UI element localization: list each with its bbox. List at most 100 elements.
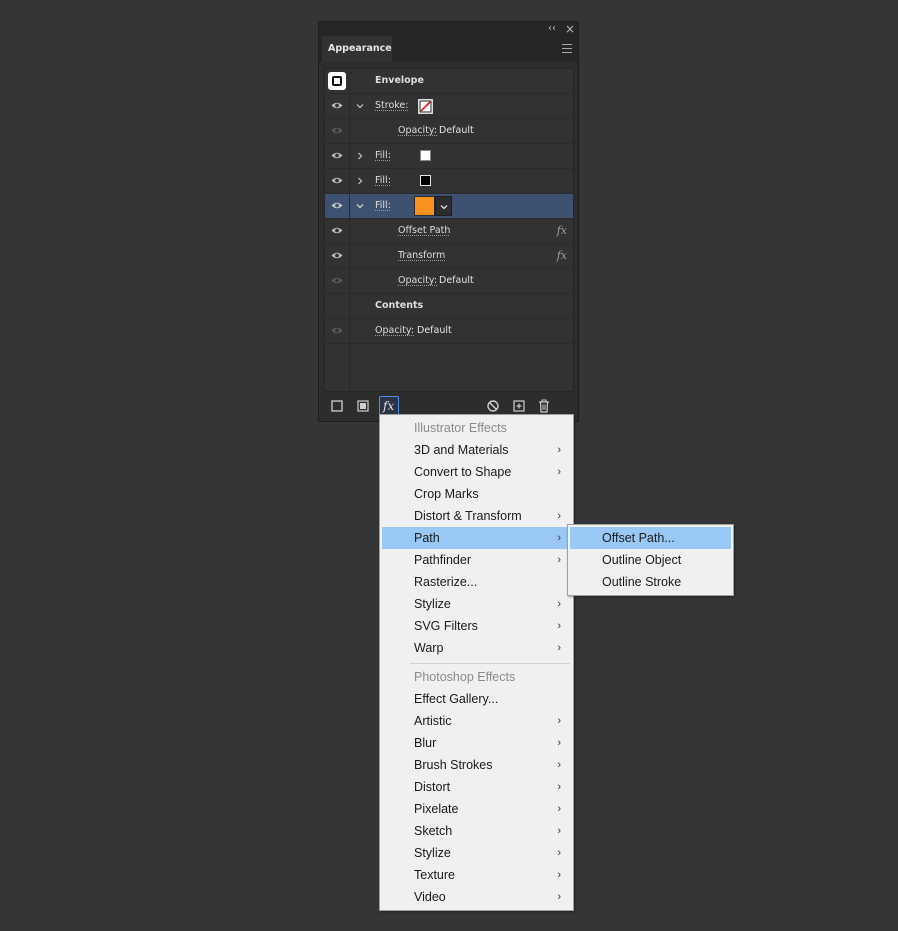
appearance-list: Envelope Stroke: Opacity: Default Fill: … xyxy=(324,68,574,392)
chevron-down-icon[interactable] xyxy=(355,201,365,211)
tab-appearance[interactable]: Appearance xyxy=(322,36,392,62)
visibility-cell[interactable] xyxy=(325,269,350,293)
menu-item-brush-strokes[interactable]: Brush Strokes › xyxy=(382,754,571,776)
menu-item-effect-gallery[interactable]: Effect Gallery... xyxy=(382,688,571,710)
row-fill-orange-selected[interactable]: Fill: xyxy=(325,194,573,219)
visibility-cell[interactable] xyxy=(325,119,350,143)
menu-separator xyxy=(410,663,570,664)
opacity-label[interactable]: Opacity: xyxy=(398,269,437,293)
row-fill-white[interactable]: Fill: xyxy=(325,144,573,169)
effect-transform-label[interactable]: Transform xyxy=(398,244,445,268)
stroke-label[interactable]: Stroke: xyxy=(375,94,408,118)
fx-icon[interactable]: fx xyxy=(557,219,567,243)
row-effect-offset-path[interactable]: Offset Path fx xyxy=(325,219,573,244)
submenu-arrow-icon: › xyxy=(557,737,561,749)
stroke-none-swatch[interactable] xyxy=(418,99,433,114)
visibility-cell[interactable] xyxy=(325,244,350,268)
row-contents[interactable]: Contents xyxy=(325,294,573,319)
opacity-value: Default xyxy=(439,125,474,136)
add-new-effect-button[interactable]: fx xyxy=(379,396,399,416)
row-stroke[interactable]: Stroke: xyxy=(325,94,573,119)
submenu-arrow-icon: › xyxy=(557,620,561,632)
visibility-cell[interactable] xyxy=(325,219,350,243)
submenu-arrow-icon: › xyxy=(557,444,561,456)
eye-icon[interactable] xyxy=(331,101,343,110)
menu-item-artistic[interactable]: Artistic › xyxy=(382,710,571,732)
row-fill-opacity[interactable]: Opacity: Default xyxy=(325,269,573,294)
menu-item-distort-and-transform[interactable]: Distort & Transform › xyxy=(382,505,571,527)
chevron-down-icon[interactable] xyxy=(355,101,365,111)
eye-icon[interactable] xyxy=(331,176,343,185)
visibility-cell[interactable] xyxy=(325,169,350,193)
duplicate-item-icon[interactable] xyxy=(511,398,527,414)
fill-label[interactable]: Fill: xyxy=(375,194,391,218)
menu-item-convert-to-shape[interactable]: Convert to Shape › xyxy=(382,461,571,483)
add-new-fill-icon[interactable] xyxy=(355,398,371,414)
menu-item-blur[interactable]: Blur › xyxy=(382,732,571,754)
menu-item-3d-and-materials[interactable]: 3D and Materials › xyxy=(382,439,571,461)
collapse-icon[interactable]: ‹‹ xyxy=(545,22,559,36)
fill-swatch-orange[interactable] xyxy=(414,196,435,216)
envelope-thumbnail-icon xyxy=(328,72,346,90)
menu-item-video[interactable]: Video › xyxy=(382,886,571,908)
opacity-label[interactable]: Opacity: xyxy=(375,319,414,343)
submenu-arrow-icon: › xyxy=(557,554,561,566)
eye-icon[interactable] xyxy=(331,226,343,235)
submenu-arrow-icon: › xyxy=(557,869,561,881)
fill-swatch-black[interactable] xyxy=(420,175,431,186)
row-effect-transform[interactable]: Transform fx xyxy=(325,244,573,269)
visibility-cell[interactable] xyxy=(325,94,350,118)
eye-icon[interactable] xyxy=(331,251,343,260)
menu-item-sketch[interactable]: Sketch › xyxy=(382,820,571,842)
trash-icon[interactable] xyxy=(536,398,552,414)
visibility-cell[interactable] xyxy=(325,194,350,218)
thumbnail-cell xyxy=(325,69,350,93)
eye-icon-dimmed[interactable] xyxy=(331,326,343,335)
row-stroke-opacity[interactable]: Opacity: Default xyxy=(325,119,573,144)
swatch-dropdown-button[interactable] xyxy=(435,196,452,216)
fill-swatch-white[interactable] xyxy=(420,150,431,161)
menu-item-rasterize[interactable]: Rasterize... xyxy=(382,571,571,593)
eye-icon-dimmed[interactable] xyxy=(331,276,343,285)
row-envelope[interactable]: Envelope xyxy=(325,69,573,94)
row-object-opacity[interactable]: Opacity: Default xyxy=(325,319,573,344)
eye-icon[interactable] xyxy=(331,151,343,160)
visibility-cell[interactable] xyxy=(325,319,350,343)
menu-item-svg-filters[interactable]: SVG Filters › xyxy=(382,615,571,637)
add-new-stroke-icon[interactable] xyxy=(329,398,345,414)
menu-item-crop-marks[interactable]: Crop Marks xyxy=(382,483,571,505)
effect-offset-path-label[interactable]: Offset Path xyxy=(398,219,450,243)
clear-appearance-icon[interactable] xyxy=(485,398,501,414)
menu-header-photoshop-effects: Photoshop Effects xyxy=(414,670,516,684)
submenu-item-outline-stroke[interactable]: Outline Stroke xyxy=(570,571,731,593)
submenu-item-offset-path[interactable]: Offset Path... xyxy=(570,527,731,549)
submenu-arrow-icon: › xyxy=(557,847,561,859)
eye-icon-dimmed[interactable] xyxy=(331,126,343,135)
row-fill-black[interactable]: Fill: xyxy=(325,169,573,194)
appearance-panel: ‹‹ × Appearance Envelope Stroke: Opacity… xyxy=(318,21,579,422)
hamburger-icon[interactable] xyxy=(562,44,572,53)
submenu-item-outline-object[interactable]: Outline Object xyxy=(570,549,731,571)
submenu-arrow-icon: › xyxy=(557,532,561,544)
menu-item-warp[interactable]: Warp › xyxy=(382,637,571,659)
menu-item-path[interactable]: Path › xyxy=(382,527,571,549)
menu-item-pixelate[interactable]: Pixelate › xyxy=(382,798,571,820)
fill-label[interactable]: Fill: xyxy=(375,144,391,168)
eye-icon[interactable] xyxy=(331,201,343,210)
path-submenu: Offset Path... Outline Object Outline St… xyxy=(567,524,734,596)
menu-item-stylize[interactable]: Stylize › xyxy=(382,593,571,615)
chevron-right-icon[interactable] xyxy=(355,176,365,186)
menu-item-stylize-photoshop[interactable]: Stylize › xyxy=(382,842,571,864)
close-icon[interactable]: × xyxy=(563,22,577,36)
chevron-right-icon[interactable] xyxy=(355,151,365,161)
fx-icon[interactable]: fx xyxy=(557,244,567,268)
menu-item-texture[interactable]: Texture › xyxy=(382,864,571,886)
visibility-cell[interactable] xyxy=(325,144,350,168)
menu-item-pathfinder[interactable]: Pathfinder › xyxy=(382,549,571,571)
opacity-label[interactable]: Opacity: xyxy=(398,119,437,143)
menu-item-distort[interactable]: Distort › xyxy=(382,776,571,798)
fill-label[interactable]: Fill: xyxy=(375,169,391,193)
chevron-down-icon xyxy=(440,205,448,210)
contents-label: Contents xyxy=(375,300,424,311)
submenu-arrow-icon: › xyxy=(557,825,561,837)
